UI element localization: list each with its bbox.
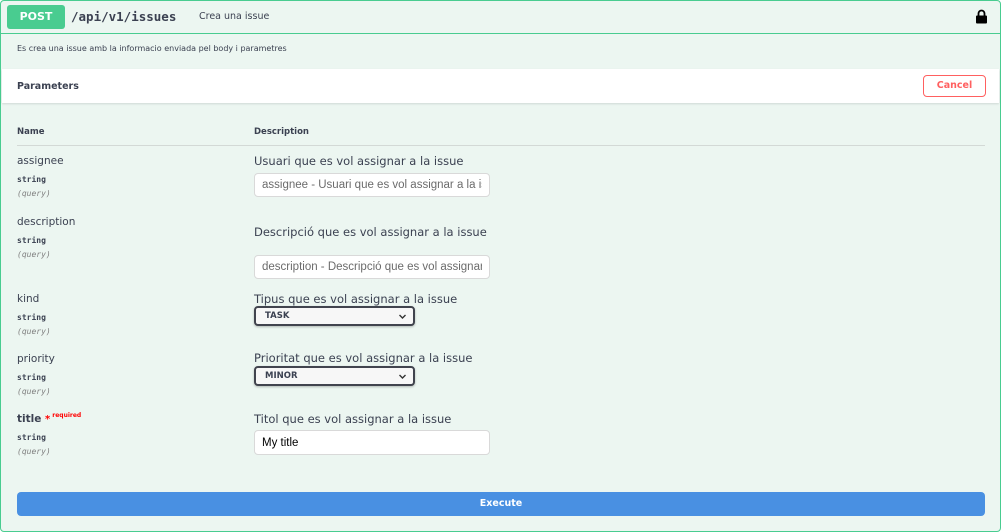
endpoint-path: /api/v1/issues xyxy=(71,9,177,24)
execute-button[interactable]: Execute xyxy=(17,492,985,516)
required-label: required xyxy=(52,412,82,419)
param-name-kind: kind xyxy=(17,293,40,305)
param-in-assignee: (query) xyxy=(17,189,51,198)
title-input[interactable] xyxy=(254,430,490,455)
parameters-header: Parameters Cancel xyxy=(2,69,999,103)
param-name-title: title xyxy=(17,413,42,425)
required-star: * xyxy=(45,414,51,425)
operation-summary[interactable]: POST /api/v1/issues Crea una issue xyxy=(1,1,1000,34)
param-name-title-row: title * required xyxy=(17,412,82,425)
operation-summary-text: Crea una issue xyxy=(199,11,270,22)
param-type-kind: string xyxy=(17,313,46,322)
chevron-down-icon xyxy=(399,314,406,319)
param-name-assignee: assignee xyxy=(17,155,64,167)
lock-icon[interactable] xyxy=(975,9,988,24)
param-type-assignee: string xyxy=(17,175,46,184)
param-name-priority: priority xyxy=(17,353,55,365)
param-in-title: (query) xyxy=(17,447,51,456)
kind-selected-value: TASK xyxy=(265,311,290,321)
param-in-priority: (query) xyxy=(17,387,51,396)
param-name-description: description xyxy=(17,216,76,228)
kind-select[interactable]: TASK xyxy=(254,306,415,326)
param-type-priority: string xyxy=(17,373,46,382)
chevron-down-icon xyxy=(399,374,406,379)
priority-selected-value: MINOR xyxy=(265,371,298,381)
column-header-name: Name xyxy=(17,127,45,137)
operation-block: POST /api/v1/issues Crea una issue Es cr… xyxy=(0,0,1001,532)
param-desc-priority: Prioritat que es vol assignar a la issue xyxy=(254,351,473,365)
priority-select[interactable]: MINOR xyxy=(254,366,415,386)
cancel-button[interactable]: Cancel xyxy=(923,75,986,97)
param-type-description: string xyxy=(17,236,46,245)
assignee-input[interactable] xyxy=(254,173,490,197)
param-desc-description: Descripció que es vol assignar a la issu… xyxy=(254,225,487,239)
param-type-title: string xyxy=(17,433,46,442)
operation-description: Es crea una issue amb la informacio envi… xyxy=(17,44,287,53)
column-header-description: Description xyxy=(254,127,309,137)
method-badge: POST xyxy=(7,5,65,29)
header-divider xyxy=(17,145,985,146)
param-desc-assignee: Usuari que es vol assignar a la issue xyxy=(254,154,464,168)
param-desc-kind: Tipus que es vol assignar a la issue xyxy=(254,292,458,306)
description-input[interactable] xyxy=(254,255,490,279)
param-in-kind: (query) xyxy=(17,327,51,336)
param-desc-title: Titol que es vol assignar a la issue xyxy=(254,412,452,426)
parameters-title: Parameters xyxy=(17,81,79,92)
param-in-description: (query) xyxy=(17,250,51,259)
